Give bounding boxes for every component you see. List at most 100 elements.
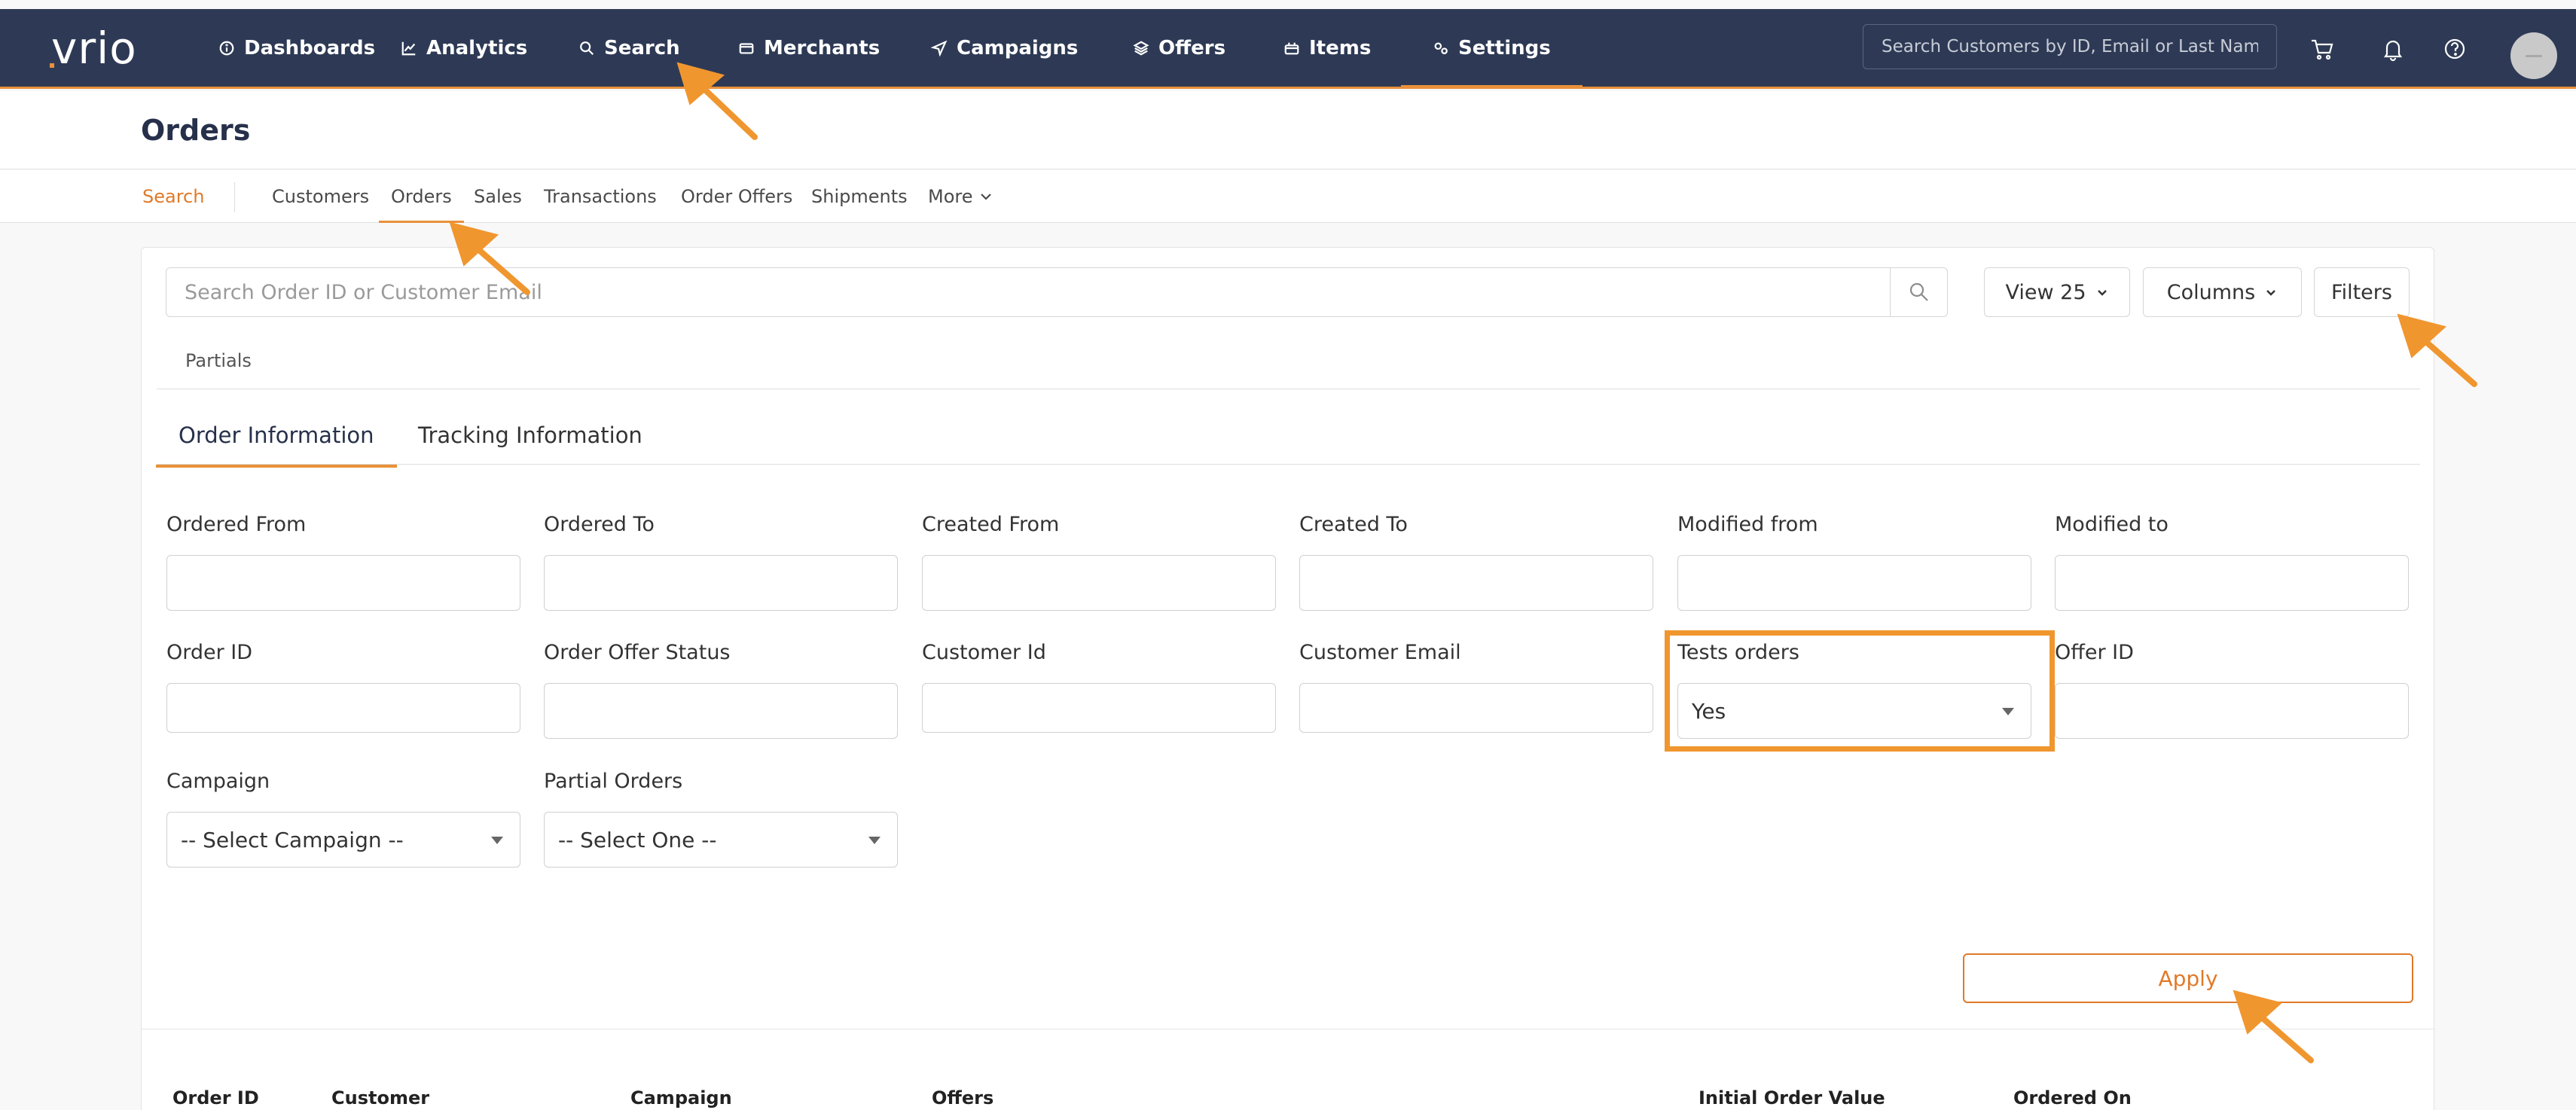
partial-orders-label: Partial Orders xyxy=(544,770,683,793)
columns-dropdown[interactable]: Columns xyxy=(2143,267,2302,317)
subnav-more[interactable]: More xyxy=(928,170,993,223)
sub-navigation: Search Customers Orders Sales Transactio… xyxy=(0,170,2576,223)
partials-tab[interactable]: Partials xyxy=(185,350,252,371)
order-id-label: Order ID xyxy=(166,641,253,664)
page-title: Orders xyxy=(141,114,251,147)
tests-orders-label: Tests orders xyxy=(1677,641,1799,664)
offer-id-label: Offer ID xyxy=(2055,641,2134,664)
nav-label: Offers xyxy=(1158,36,1226,59)
modified-to-field[interactable] xyxy=(2055,555,2409,611)
chevron-down-icon xyxy=(980,194,991,200)
offer-id-field[interactable] xyxy=(2055,683,2409,739)
created-to-field[interactable] xyxy=(1299,555,1653,611)
tab-tracking-information[interactable]: Tracking Information xyxy=(418,422,642,465)
campaign-value: -- Select Campaign -- xyxy=(181,827,404,852)
ordered-from-label: Ordered From xyxy=(166,513,307,536)
line-chart-icon xyxy=(401,41,416,55)
partial-orders-select[interactable]: -- Select One -- xyxy=(544,812,898,868)
tab-order-information[interactable]: Order Information xyxy=(156,422,396,468)
subnav-customers[interactable]: Customers xyxy=(272,170,369,223)
layers-icon xyxy=(1133,40,1149,56)
user-avatar[interactable] xyxy=(2510,32,2557,79)
cart-icon[interactable] xyxy=(2309,36,2335,62)
caret-down-icon xyxy=(491,837,503,844)
ordered-to-field[interactable] xyxy=(544,555,898,611)
card-icon xyxy=(739,42,754,54)
vrio-logo[interactable]: vrio xyxy=(48,26,169,71)
customer-id-label: Customer Id xyxy=(922,641,1046,664)
nav-label: Items xyxy=(1309,36,1372,59)
chevron-down-icon xyxy=(2266,290,2276,296)
send-icon xyxy=(931,40,948,56)
modified-from-field[interactable] xyxy=(1677,555,2031,611)
view-count-label: View 25 xyxy=(2005,280,2086,304)
created-from-field[interactable] xyxy=(922,555,1276,611)
order-offer-status-field[interactable] xyxy=(544,683,898,739)
chevron-down-icon xyxy=(2097,290,2107,296)
subnav-search[interactable]: Search xyxy=(142,170,204,223)
nav-search[interactable]: Search xyxy=(578,9,680,87)
nav-merchants[interactable]: Merchants xyxy=(738,9,880,87)
subnav-order-offers[interactable]: Order Offers xyxy=(681,170,792,223)
created-to-label: Created To xyxy=(1299,513,1408,536)
nav-label: Dashboards xyxy=(244,36,376,59)
ordered-from-field[interactable] xyxy=(166,555,520,611)
customer-email-label: Customer Email xyxy=(1299,641,1461,664)
partial-orders-value: -- Select One -- xyxy=(558,827,717,852)
order-search-input[interactable] xyxy=(166,267,1891,317)
nav-analytics[interactable]: Analytics xyxy=(401,9,527,87)
tests-orders-value: Yes xyxy=(1692,698,1726,724)
modified-to-label: Modified to xyxy=(2055,513,2169,536)
nav-settings[interactable]: Settings xyxy=(1401,9,1583,89)
help-icon[interactable] xyxy=(2442,36,2468,62)
view-count-dropdown[interactable]: View 25 xyxy=(1984,267,2130,317)
orders-filter-card: View 25 Columns Filters Partials Order I… xyxy=(141,247,2435,1110)
nav-label: Settings xyxy=(1458,36,1551,59)
gears-icon xyxy=(1434,41,1448,54)
nav-label: Search xyxy=(604,36,680,59)
global-customer-search-input[interactable] xyxy=(1863,24,2277,69)
campaign-label: Campaign xyxy=(166,770,270,793)
top-navigation-bar: vrio Dashboards Analytics Search Merchan… xyxy=(0,9,2576,89)
nav-offers[interactable]: Offers xyxy=(1133,9,1225,87)
column-header-offers[interactable]: Offers xyxy=(932,1087,993,1108)
caret-down-icon xyxy=(868,837,881,844)
box-icon xyxy=(1284,42,1299,54)
column-header-customer[interactable]: Customer xyxy=(331,1087,429,1108)
subnav-orders[interactable]: Orders xyxy=(379,170,464,223)
bell-icon[interactable] xyxy=(2380,36,2406,62)
nav-campaigns[interactable]: Campaigns xyxy=(931,9,1078,87)
column-header-initial-order-value[interactable]: Initial Order Value xyxy=(1699,1087,1885,1108)
nav-label: Campaigns xyxy=(957,36,1079,59)
divider xyxy=(157,464,2420,465)
column-header-campaign[interactable]: Campaign xyxy=(630,1087,732,1108)
page-header: Orders xyxy=(0,91,2576,169)
subnav-sales[interactable]: Sales xyxy=(474,170,522,223)
order-id-field[interactable] xyxy=(166,683,520,733)
order-search-button[interactable] xyxy=(1890,267,1948,317)
nav-label: Merchants xyxy=(764,36,881,59)
order-offer-status-label: Order Offer Status xyxy=(544,641,731,664)
search-icon xyxy=(1909,282,1928,301)
subnav-transactions[interactable]: Transactions xyxy=(544,170,657,223)
column-header-order-id[interactable]: Order ID xyxy=(172,1087,259,1108)
info-circle-icon xyxy=(219,41,234,55)
nav-dashboards[interactable]: Dashboards xyxy=(218,9,375,87)
nav-items[interactable]: Items xyxy=(1283,9,1371,87)
campaign-select[interactable]: -- Select Campaign -- xyxy=(166,812,520,868)
apply-button[interactable]: Apply xyxy=(1963,953,2413,1003)
tests-orders-select[interactable]: Yes xyxy=(1677,683,2031,739)
column-header-ordered-on[interactable]: Ordered On xyxy=(2013,1087,2132,1108)
search-icon xyxy=(580,41,594,55)
subnav-shipments[interactable]: Shipments xyxy=(811,170,908,223)
filters-button[interactable]: Filters xyxy=(2314,267,2410,317)
modified-from-label: Modified from xyxy=(1677,513,1818,536)
subnav-divider xyxy=(234,182,235,212)
columns-label: Columns xyxy=(2166,280,2256,304)
ordered-to-label: Ordered To xyxy=(544,513,655,536)
subnav-more-label: More xyxy=(928,186,973,207)
customer-id-field[interactable] xyxy=(922,683,1276,733)
caret-down-icon xyxy=(2002,708,2014,715)
created-from-label: Created From xyxy=(922,513,1060,536)
customer-email-field[interactable] xyxy=(1299,683,1653,733)
